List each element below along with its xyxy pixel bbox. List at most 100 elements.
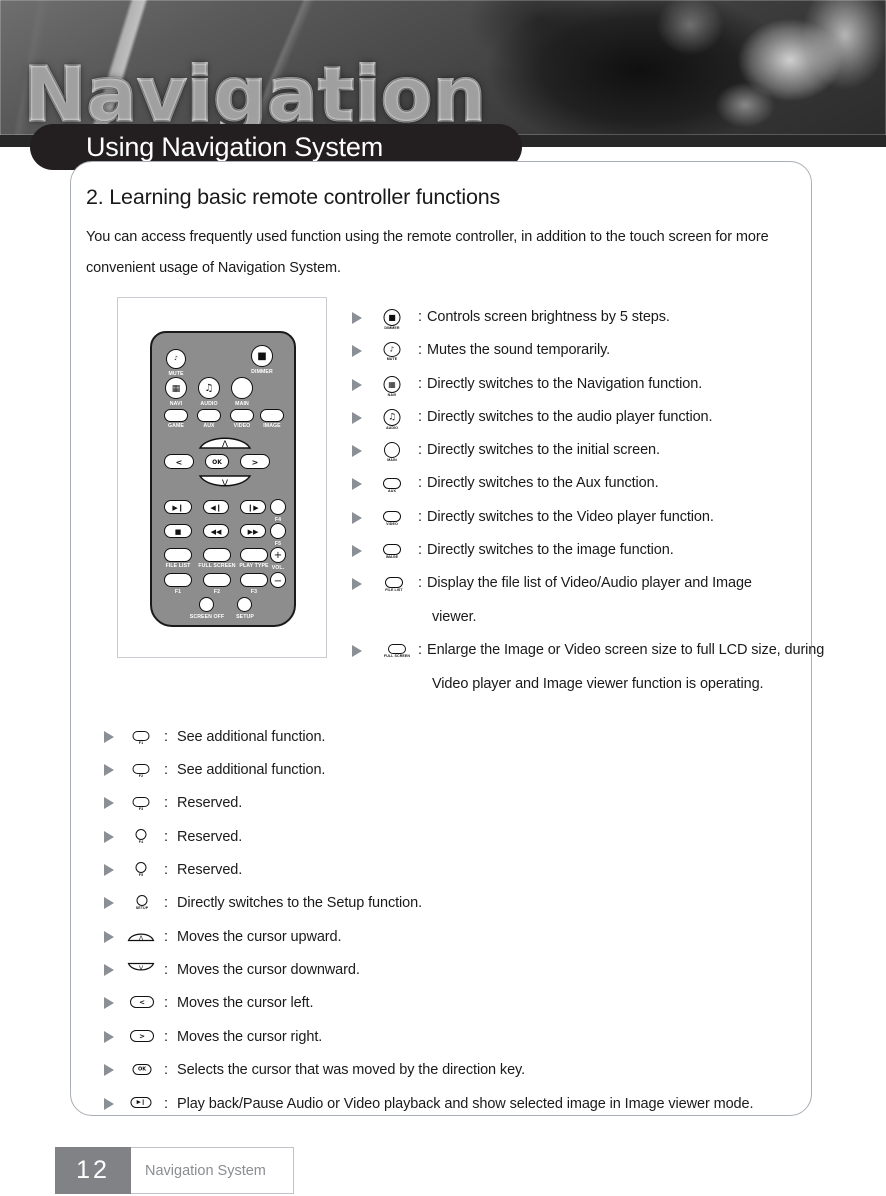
remote-button-play-type bbox=[240, 548, 268, 562]
bullet-arrow-icon bbox=[104, 831, 114, 843]
remote-button-up: Λ bbox=[198, 437, 252, 449]
remote-button-audio: ♫ bbox=[198, 377, 220, 399]
list-colon: : bbox=[418, 409, 423, 425]
list-colon: : bbox=[418, 642, 423, 658]
list-item-text: Mutes the sound temporarily. bbox=[427, 342, 611, 358]
mute-key-icon: ♪ MUTE bbox=[380, 342, 404, 362]
list-item-text: Moves the cursor right. bbox=[177, 1029, 323, 1045]
f2-key-icon: F2 bbox=[130, 764, 152, 782]
list-colon: : bbox=[164, 795, 169, 811]
remote-button-ok: OK bbox=[205, 454, 229, 469]
list-colon: : bbox=[164, 1029, 169, 1045]
remote-caption-f1: F1 bbox=[174, 589, 182, 595]
bullet-arrow-icon bbox=[104, 797, 114, 809]
remote-caption-f3: F3 bbox=[250, 589, 258, 595]
bullet-arrow-icon bbox=[104, 964, 114, 976]
list-item-text: Directly switches to the initial screen. bbox=[427, 442, 660, 458]
navi-key-icon: ▦ NAVI bbox=[380, 376, 404, 397]
list-item-text: See additional function. bbox=[177, 729, 326, 745]
remote-button-play-pause: ▶❙ bbox=[164, 500, 192, 514]
bullet-arrow-icon bbox=[104, 1098, 114, 1110]
bullet-arrow-icon bbox=[104, 1031, 114, 1043]
list-item-text: Directly switches to the Aux function. bbox=[427, 475, 659, 491]
remote-button-fast-forward: ▶▶ bbox=[240, 524, 266, 538]
list-item-text-continued: viewer. bbox=[432, 609, 477, 625]
remote-button-file-list bbox=[164, 548, 192, 562]
list-colon: : bbox=[418, 575, 423, 591]
remote-caption-image: IMAGE bbox=[263, 423, 281, 429]
cursor-left-key-icon: < bbox=[129, 996, 155, 1010]
remote-caption-aux: AUX bbox=[203, 423, 215, 429]
remote-button-dimmer: ■ bbox=[251, 345, 273, 367]
remote-button-full-screen bbox=[203, 548, 231, 562]
list-item-text: Directly switches to the Setup function. bbox=[177, 895, 423, 911]
remote-button-video bbox=[230, 409, 254, 422]
list-item-text: Reserved. bbox=[177, 829, 243, 845]
cursor-down-key-icon: V bbox=[127, 962, 155, 972]
list-colon: : bbox=[164, 729, 169, 745]
list-item-text-continued: Video player and Image viewer function i… bbox=[432, 676, 764, 692]
list-colon: : bbox=[418, 442, 423, 458]
remote-button-aux bbox=[197, 409, 221, 422]
remote-button-mute: ♪ bbox=[166, 349, 186, 369]
video-key-icon: VIDEO bbox=[380, 511, 404, 531]
dimmer-key-icon: ■ DIMMER bbox=[380, 309, 404, 330]
list-colon: : bbox=[164, 862, 169, 878]
list-item-text: Play back/Pause Audio or Video playback … bbox=[177, 1096, 754, 1112]
remote-caption-audio: AUDIO bbox=[200, 401, 218, 407]
footer-label: Navigation System bbox=[131, 1147, 294, 1194]
cursor-right-key-icon: > bbox=[129, 1030, 155, 1044]
banner-wordmark: Navigation bbox=[23, 52, 488, 138]
remote-caption-navi: NAVI bbox=[169, 401, 183, 407]
f3-key-icon: F3 bbox=[130, 797, 152, 815]
bullet-arrow-icon bbox=[352, 578, 362, 590]
audio-key-icon: ♫ AUDIO bbox=[380, 409, 404, 430]
remote-button-f3 bbox=[240, 573, 268, 587]
remote-controller-image: ♪ MUTE ■ DIMMER ▦ NAVI ♫ AUDIO MAIN GAME… bbox=[117, 297, 327, 658]
remote-button-f4 bbox=[270, 499, 286, 515]
list-item-text: Controls screen brightness by 5 steps. bbox=[427, 309, 670, 325]
remote-button-rewind: ◀◀ bbox=[203, 524, 229, 538]
bullet-arrow-icon bbox=[104, 897, 114, 909]
list-colon: : bbox=[164, 995, 169, 1011]
cursor-up-key-icon: Λ bbox=[127, 933, 155, 942]
list-item-text: Directly switches to the Navigation func… bbox=[427, 376, 703, 392]
page-number: 12 bbox=[55, 1147, 131, 1194]
remote-caption-f2: F2 bbox=[213, 589, 221, 595]
remote-button-image bbox=[260, 409, 284, 422]
list-colon: : bbox=[164, 829, 169, 845]
list-item-text: Reserved. bbox=[177, 795, 243, 811]
svg-text:Λ: Λ bbox=[222, 440, 229, 449]
remote-button-volume-up: + bbox=[270, 547, 286, 563]
list-item-text: Display the file list of Video/Audio pla… bbox=[427, 575, 752, 591]
list-colon: : bbox=[164, 762, 169, 778]
bullet-arrow-icon bbox=[104, 997, 114, 1009]
list-item-text: Reserved. bbox=[177, 862, 243, 878]
bullet-arrow-icon bbox=[352, 512, 362, 524]
play-pause-key-icon: ▶❙ bbox=[129, 1097, 153, 1110]
bullet-arrow-icon bbox=[352, 645, 362, 657]
remote-caption-play-type: PLAY TYPE bbox=[239, 563, 269, 569]
bullet-arrow-icon bbox=[104, 931, 114, 943]
file-list-key-icon: FILE LIST bbox=[380, 577, 408, 597]
bullet-arrow-icon bbox=[352, 345, 362, 357]
bullet-arrow-icon bbox=[104, 864, 114, 876]
bullet-arrow-icon bbox=[104, 731, 114, 743]
remote-caption-dimmer: DIMMER bbox=[251, 369, 273, 375]
remote-caption-file-list: FILE LIST bbox=[165, 563, 191, 569]
remote-button-main bbox=[231, 377, 253, 399]
list-colon: : bbox=[164, 895, 169, 911]
list-item-text: Moves the cursor upward. bbox=[177, 929, 342, 945]
main-key-icon: MAIN bbox=[380, 442, 404, 462]
remote-caption-game: GAME bbox=[168, 423, 184, 429]
list-item-text: Selects the cursor that was moved by the… bbox=[177, 1062, 526, 1078]
remote-button-f5 bbox=[270, 523, 286, 539]
remote-body: ♪ MUTE ■ DIMMER ▦ NAVI ♫ AUDIO MAIN GAME… bbox=[150, 331, 296, 627]
aux-key-icon: AUX bbox=[380, 478, 404, 498]
ok-key-icon: OK bbox=[131, 1064, 153, 1077]
setup-key-icon: SETUP bbox=[130, 895, 154, 913]
bullet-arrow-icon bbox=[352, 412, 362, 424]
list-item-text: Directly switches to the Video player fu… bbox=[427, 509, 714, 525]
full-screen-key-icon: FULL SCREEN bbox=[380, 644, 414, 664]
bullet-arrow-icon bbox=[352, 445, 362, 457]
